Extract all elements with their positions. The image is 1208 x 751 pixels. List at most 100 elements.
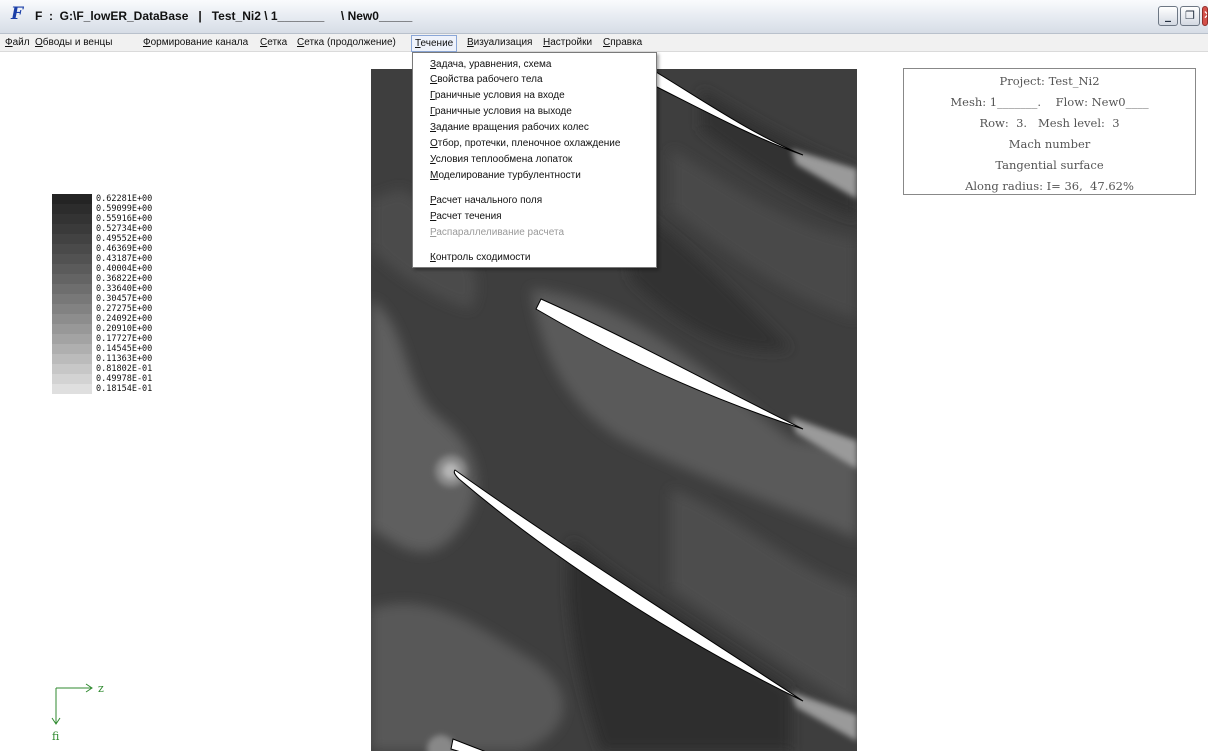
minimize-button[interactable]: _ bbox=[1158, 6, 1178, 26]
info-mesh-flow: Mesh: 1_______. Flow: New0____ bbox=[950, 95, 1149, 109]
legend-label: 0.49978E-01 bbox=[96, 374, 153, 384]
app-icon: F bbox=[11, 4, 24, 24]
legend-swatch bbox=[52, 294, 92, 304]
close-button[interactable]: ✕ bbox=[1202, 6, 1208, 26]
legend-row: 0.40004E+00 bbox=[52, 264, 152, 274]
legend-row: 0.43187E+00 bbox=[52, 254, 152, 264]
legend-row: 0.17727E+00 bbox=[52, 334, 152, 344]
legend-label: 0.81802E-01 bbox=[96, 364, 153, 374]
legend-label: 0.40004E+00 bbox=[96, 264, 153, 274]
legend-row: 0.55916E+00 bbox=[52, 214, 152, 224]
legend-row: 0.11363E+00 bbox=[52, 354, 152, 364]
legend-swatch bbox=[52, 314, 92, 324]
legend-row: 0.46369E+00 bbox=[52, 244, 152, 254]
legend-swatch bbox=[52, 344, 92, 354]
legend-swatch bbox=[52, 324, 92, 334]
axis-fi-label: fi bbox=[52, 730, 60, 743]
dd-rotor-rotation[interactable]: Задание вращения рабочих колес bbox=[430, 120, 589, 136]
legend-swatch bbox=[52, 244, 92, 254]
info-position: Along radius: I= 36, 47.62% bbox=[965, 179, 1134, 193]
legend-row: 0.52734E+00 bbox=[52, 224, 152, 234]
menu-contours[interactable]: Обводы и венцы bbox=[35, 36, 112, 51]
legend-swatch bbox=[52, 204, 92, 214]
legend-label: 0.43187E+00 bbox=[96, 254, 153, 264]
legend-label: 0.62281E+00 bbox=[96, 194, 153, 204]
menu-file[interactable]: Файл bbox=[5, 36, 30, 51]
dd-convergence-control[interactable]: Контроль сходимости bbox=[430, 250, 530, 266]
legend-label: 0.14545E+00 bbox=[96, 344, 153, 354]
legend-row: 0.62281E+00 bbox=[52, 194, 152, 204]
menu-settings[interactable]: Настройки bbox=[543, 36, 592, 51]
legend-label: 0.55916E+00 bbox=[96, 214, 153, 224]
legend-swatch bbox=[52, 364, 92, 374]
menu-channel[interactable]: Формирование канала bbox=[143, 36, 248, 51]
legend-swatch bbox=[52, 194, 92, 204]
info-panel: Project: Test_Ni2 Mesh: 1_______. Flow: … bbox=[903, 68, 1196, 195]
legend-label: 0.36822E+00 bbox=[96, 274, 153, 284]
legend-row: 0.59099E+00 bbox=[52, 204, 152, 214]
menu-mesh[interactable]: Сетка bbox=[260, 36, 287, 51]
legend-row: 0.24092E+00 bbox=[52, 314, 152, 324]
legend-swatch bbox=[52, 224, 92, 234]
axes-indicator: z fi bbox=[50, 682, 130, 751]
legend-swatch bbox=[52, 214, 92, 224]
legend-swatch bbox=[52, 354, 92, 364]
axis-z-label: z bbox=[98, 682, 104, 695]
info-quantity: Mach number bbox=[1008, 137, 1091, 151]
legend-label: 0.46369E+00 bbox=[96, 244, 153, 254]
dd-inlet-conditions[interactable]: Граничные условия на входе bbox=[430, 88, 565, 104]
dd-initial-field[interactable]: Расчет начального поля bbox=[430, 193, 542, 209]
dd-outlet-conditions[interactable]: Граничные условия на выходе bbox=[430, 104, 572, 120]
title-bar[interactable]: F F : G:\F_lowER_DataBase | Test_Ni2 \ 1… bbox=[0, 0, 1208, 34]
dd-task-equations[interactable]: Задача, уравнения, схема bbox=[430, 57, 552, 73]
legend-row: 0.33640E+00 bbox=[52, 284, 152, 294]
color-legend: 0.62281E+00 0.59099E+00 0.55916E+00 0.52734… bbox=[52, 194, 152, 394]
legend-label: 0.52734E+00 bbox=[96, 224, 153, 234]
flow-menu-dropdown: Задача, уравнения, схема Свойства рабоче… bbox=[412, 52, 657, 268]
legend-label: 0.30457E+00 bbox=[96, 294, 153, 304]
menu-flow[interactable]: Течение bbox=[411, 35, 458, 52]
legend-label: 0.27275E+00 bbox=[96, 304, 153, 314]
menu-help[interactable]: Справка bbox=[603, 36, 642, 51]
restore-button[interactable]: ❐ bbox=[1180, 6, 1200, 26]
legend-row: 0.30457E+00 bbox=[52, 294, 152, 304]
legend-swatch bbox=[52, 304, 92, 314]
dd-separator bbox=[417, 188, 653, 189]
legend-label: 0.24092E+00 bbox=[96, 314, 153, 324]
menu-bar: Файл Обводы и венцы Формирование канала … bbox=[0, 34, 1208, 52]
legend-label: 0.33640E+00 bbox=[96, 284, 153, 294]
legend-swatch bbox=[52, 264, 92, 274]
window-title: F : G:\F_lowER_DataBase | Test_Ni2 \ 1__… bbox=[35, 9, 413, 23]
legend-row: 0.20910E+00 bbox=[52, 324, 152, 334]
legend-label: 0.17727E+00 bbox=[96, 334, 153, 344]
legend-row: 0.49552E+00 bbox=[52, 234, 152, 244]
legend-row: 0.18154E-01 bbox=[52, 384, 152, 394]
legend-label: 0.20910E+00 bbox=[96, 324, 153, 334]
legend-swatch bbox=[52, 374, 92, 384]
legend-swatch bbox=[52, 284, 92, 294]
legend-swatch bbox=[52, 254, 92, 264]
legend-label: 0.49552E+00 bbox=[96, 234, 153, 244]
legend-swatch bbox=[52, 234, 92, 244]
legend-swatch bbox=[52, 274, 92, 284]
menu-visualization[interactable]: Визуализация bbox=[467, 36, 532, 51]
legend-label: 0.18154E-01 bbox=[96, 384, 153, 394]
legend-label: 0.11363E+00 bbox=[96, 354, 153, 364]
info-row-level: Row: 3. Mesh level: 3 bbox=[979, 116, 1120, 130]
legend-row: 0.27275E+00 bbox=[52, 304, 152, 314]
dd-turbulence-modeling[interactable]: Моделирование турбулентности bbox=[430, 168, 581, 184]
legend-row: 0.49978E-01 bbox=[52, 374, 152, 384]
axes-arrows-icon bbox=[51, 683, 93, 725]
dd-flow-calculation[interactable]: Расчет течения bbox=[430, 209, 502, 225]
menu-mesh-continued[interactable]: Сетка (продолжение) bbox=[297, 36, 396, 51]
legend-row: 0.36822E+00 bbox=[52, 274, 152, 284]
info-project: Project: Test_Ni2 bbox=[999, 74, 1100, 88]
info-surface: Tangential surface bbox=[995, 158, 1104, 172]
dd-blade-heat-transfer[interactable]: Условия теплообмена лопаток bbox=[430, 152, 572, 168]
dd-separator bbox=[417, 245, 653, 246]
dd-fluid-properties[interactable]: Свойства рабочего тела bbox=[430, 72, 543, 88]
legend-swatch bbox=[52, 384, 92, 394]
dd-bleed-leakage-cooling[interactable]: Отбор, протечки, пленочное охлаждение bbox=[430, 136, 620, 152]
dd-parallel-calculation: Распараллеливание расчета bbox=[430, 227, 565, 238]
legend-label: 0.59099E+00 bbox=[96, 204, 153, 214]
